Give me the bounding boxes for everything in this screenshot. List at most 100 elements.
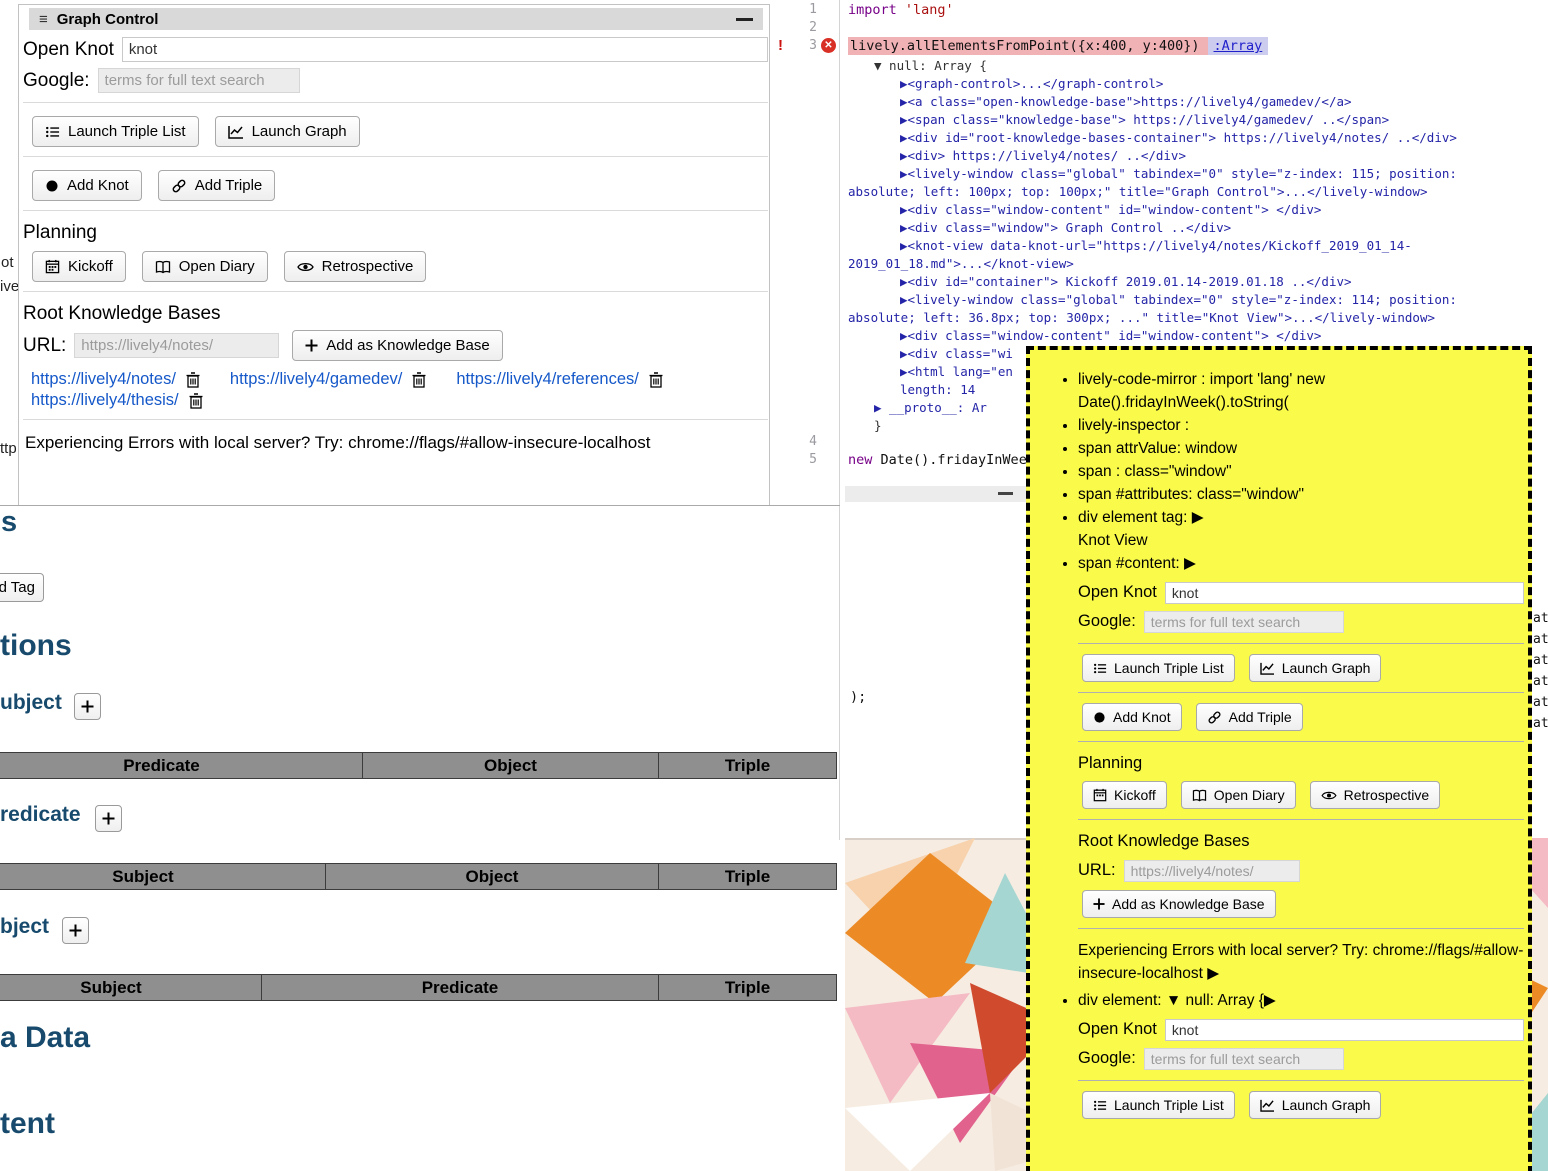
local-server-hint: Experiencing Errors with local server? T…: [1078, 939, 1524, 985]
column-header: Object: [326, 864, 659, 890]
column-header: Predicate: [0, 753, 363, 779]
open-knot-input[interactable]: [1165, 1019, 1524, 1041]
list-icon: [1093, 1099, 1107, 1112]
chart-icon: [228, 125, 244, 139]
tooltip-item-list: lively-code-mirror : import 'lang' new D…: [1042, 368, 1524, 1119]
launch-triple-list-button[interactable]: Launch Triple List: [32, 116, 199, 147]
open-knot-input[interactable]: [1165, 582, 1524, 604]
page-heading-fragment: s: [1, 506, 17, 539]
open-diary-button[interactable]: Open Diary: [1181, 781, 1296, 809]
window-minimize-button[interactable]: [736, 18, 753, 21]
url-label: URL:: [1078, 859, 1116, 882]
column-header: Object: [363, 753, 659, 779]
kb-link-notes[interactable]: https://lively4/notes/: [31, 370, 176, 389]
retrospective-button[interactable]: Retrospective: [284, 251, 427, 282]
knowledge-base-url-input[interactable]: [74, 333, 279, 358]
expand-icon[interactable]: ▶: [1207, 965, 1219, 982]
text-fragment: ot: [1, 254, 14, 271]
hint-text: Experiencing Errors with local server? T…: [1078, 942, 1523, 982]
add-predicate-button[interactable]: [95, 805, 122, 832]
tooltip-item-text[interactable]: span #content: ▶: [1078, 555, 1196, 572]
add-knowledge-base-button[interactable]: Add as Knowledge Base: [1082, 890, 1276, 918]
tooltip-item: span #content: ▶ Open Knot Google:: [1078, 552, 1524, 985]
kickoff-button[interactable]: Kickoff: [1082, 781, 1167, 809]
divider: [1078, 741, 1524, 742]
knowledge-base-url-input[interactable]: [1124, 860, 1300, 882]
button-label: Retrospective: [322, 258, 414, 275]
button-label: Launch Graph: [1282, 660, 1371, 676]
retrospective-button[interactable]: Retrospective: [1310, 781, 1441, 809]
add-triple-button[interactable]: Add Triple: [158, 170, 276, 201]
tooltip-item-text: span #attributes: class="window": [1078, 486, 1304, 503]
tooltip-item: lively-inspector :: [1078, 414, 1524, 437]
add-knot-button[interactable]: Add Knot: [32, 170, 142, 201]
button-label: Kickoff: [68, 258, 113, 275]
tooltip-item-text: span : class="window": [1078, 463, 1232, 480]
open-diary-button[interactable]: Open Diary: [142, 251, 268, 282]
launch-graph-button[interactable]: Launch Graph: [1249, 1091, 1382, 1119]
plus-icon: [305, 339, 318, 352]
inspector-tooltip: lively-code-mirror : import 'lang' new D…: [1026, 346, 1532, 1171]
google-label: Google:: [1078, 610, 1136, 633]
google-search-input[interactable]: [1144, 1048, 1344, 1070]
text-fragment: ttp: [0, 440, 17, 457]
launch-graph-button[interactable]: Launch Graph: [215, 116, 360, 147]
trash-icon[interactable]: [186, 372, 200, 388]
tooltip-item-text: span attrValue: window: [1078, 440, 1237, 457]
kickoff-button[interactable]: Kickoff: [32, 251, 126, 282]
column-header: Subject: [0, 864, 326, 890]
button-label: Add Triple: [195, 177, 263, 194]
button-label: Launch Triple List: [1114, 660, 1224, 676]
knowledge-base-item: https://lively4/references/: [456, 370, 663, 389]
chart-icon: [1260, 662, 1275, 675]
button-label: Add as Knowledge Base: [326, 337, 489, 354]
add-subject-button[interactable]: [74, 693, 101, 720]
launch-triple-list-button[interactable]: Launch Triple List: [1082, 654, 1235, 682]
open-knot-label: Open Knot: [1078, 581, 1157, 604]
trash-icon[interactable]: [649, 372, 663, 388]
divider: [23, 102, 768, 103]
kb-link-thesis[interactable]: https://lively4/thesis/: [31, 391, 179, 410]
embedded-graph-control: Open Knot Google: Launch Triple List: [1078, 581, 1524, 985]
object-heading-fragment: bject: [0, 915, 49, 939]
button-label: Launch Triple List: [68, 123, 186, 140]
predicate-heading-fragment: redicate: [0, 803, 81, 827]
launch-graph-button[interactable]: Launch Graph: [1249, 654, 1382, 682]
add-knot-button[interactable]: Add Knot: [1082, 703, 1182, 731]
window-titlebar[interactable]: ≡ Graph Control: [29, 8, 763, 30]
add-object-button[interactable]: [62, 917, 89, 944]
tooltip-item: span : class="window": [1078, 460, 1524, 483]
tooltip-item-text[interactable]: div element: ▼ null: Array {▶: [1078, 992, 1276, 1009]
plus-icon: [81, 700, 94, 713]
knowledge-base-list: https://lively4/notes/ https://lively4/g…: [31, 370, 768, 410]
knot-icon: [45, 179, 59, 193]
column-header: Subject: [0, 975, 262, 1001]
column-header: Triple: [659, 975, 837, 1001]
google-search-input[interactable]: [1144, 611, 1344, 633]
kb-link-references[interactable]: https://lively4/references/: [456, 370, 639, 389]
graph-control-content: Open Knot Google: Launch Triple List Lau…: [23, 31, 768, 453]
content-heading-fragment: tent: [0, 1107, 55, 1141]
open-knot-input[interactable]: [122, 37, 768, 62]
add-tag-button[interactable]: d Tag: [0, 573, 44, 602]
chart-icon: [1260, 1099, 1275, 1112]
google-search-input[interactable]: [98, 68, 300, 93]
knot-icon: [1093, 711, 1106, 724]
trash-icon[interactable]: [189, 393, 203, 409]
local-server-hint: Experiencing Errors with local server? T…: [25, 433, 768, 453]
book-icon: [155, 260, 171, 274]
tooltip-item-text[interactable]: div element tag: ▶: [1078, 509, 1204, 526]
divider: [23, 210, 768, 211]
window-menu-icon[interactable]: ≡: [39, 12, 48, 27]
kb-link-gamedev[interactable]: https://lively4/gamedev/: [230, 370, 402, 389]
trash-icon[interactable]: [412, 372, 426, 388]
knot-view-label: Knot View: [1078, 529, 1524, 552]
link-icon: [1207, 710, 1222, 725]
table-header-row: Subject Predicate Triple: [0, 975, 837, 1001]
divider: [23, 419, 768, 420]
add-knowledge-base-button[interactable]: Add as Knowledge Base: [292, 330, 502, 361]
eye-icon: [1321, 790, 1337, 801]
launch-triple-list-button[interactable]: Launch Triple List: [1082, 1091, 1235, 1119]
button-label: Kickoff: [1114, 787, 1156, 803]
add-triple-button[interactable]: Add Triple: [1196, 703, 1303, 731]
